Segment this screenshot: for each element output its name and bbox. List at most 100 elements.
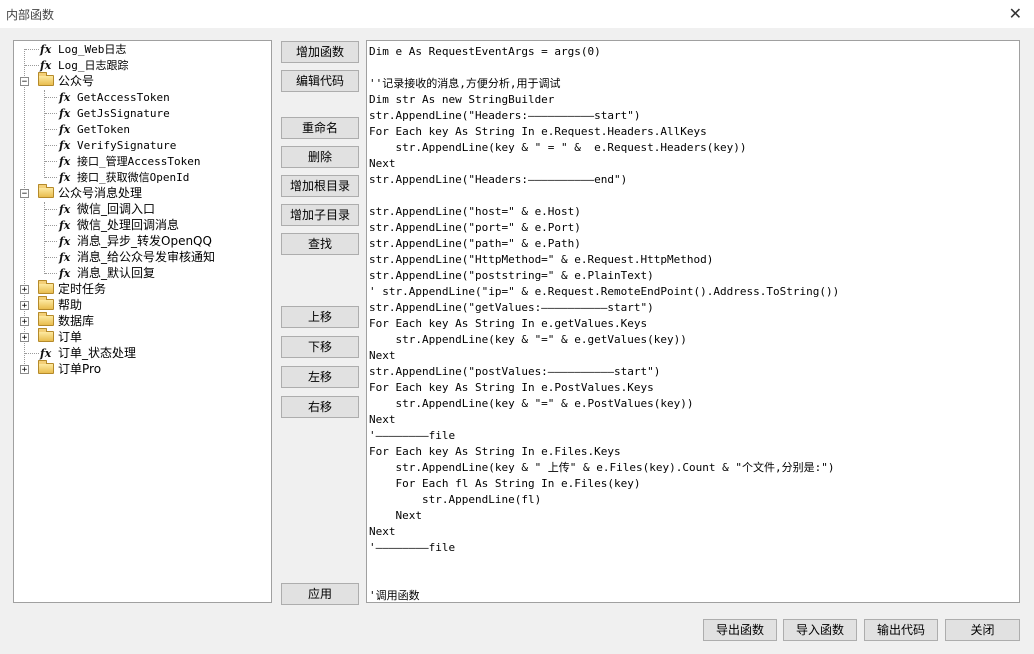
tree-expander[interactable]: +	[20, 285, 29, 295]
tree-item-label: Log_Web日志	[58, 43, 127, 56]
tree-expander[interactable]: +	[20, 301, 29, 311]
folder-icon	[38, 280, 54, 294]
function-icon: fx	[59, 139, 71, 152]
tree-item-function[interactable]: fx 接口_获取微信OpenId	[59, 169, 189, 185]
code-editor[interactable]: Dim e As RequestEventArgs = args(0) ''记录…	[366, 40, 1020, 603]
tree-line	[45, 113, 57, 114]
tree-item-function[interactable]: fx 接口_管理AccessToken	[59, 153, 200, 169]
tree-line	[25, 49, 39, 50]
tree-item-label: 接口_获取微信OpenId	[77, 171, 190, 184]
tree-item-function[interactable]: fx 订单_状态处理	[40, 345, 136, 361]
tree-item-label: 数据库	[58, 314, 95, 328]
window-title: 内部函数	[6, 8, 55, 22]
tree-item-folder[interactable]: 公众号	[38, 72, 95, 89]
tree-item-label: GetAccessToken	[77, 91, 170, 104]
code-text[interactable]: Dim e As RequestEventArgs = args(0) ''记录…	[369, 44, 839, 602]
function-icon: fx	[59, 235, 71, 248]
tree-line	[45, 161, 57, 162]
tree-item-label: 微信_处理回调消息	[77, 218, 180, 232]
tree-line	[45, 97, 57, 98]
move-right-button[interactable]: 右移	[281, 396, 359, 418]
folder-icon	[38, 184, 54, 198]
tree-item-function[interactable]: fx 消息_默认回复	[59, 265, 155, 281]
tree-item-label: 帮助	[58, 298, 83, 312]
function-icon: fx	[59, 219, 71, 232]
tree-item-label: 接口_管理AccessToken	[77, 155, 201, 168]
tree-line	[45, 273, 57, 274]
folder-icon	[38, 328, 54, 342]
tree-expander[interactable]: +	[20, 333, 29, 343]
tree-item-label: GetJsSignature	[77, 107, 170, 120]
tree-item-function[interactable]: fx GetJsSignature	[59, 105, 170, 121]
add-root-dir-button[interactable]: 增加根目录	[281, 175, 359, 197]
tree-item-function[interactable]: fx 消息_给公众号发审核通知	[59, 249, 215, 265]
move-left-button[interactable]: 左移	[281, 366, 359, 388]
tree-line	[44, 202, 45, 274]
tree-item-folder[interactable]: 帮助	[38, 296, 83, 313]
tree-item-function[interactable]: fx 消息_异步_转发OpenQQ	[59, 233, 212, 249]
rename-button[interactable]: 重命名	[281, 117, 359, 139]
output-code-button[interactable]: 输出代码	[864, 619, 938, 641]
tree-item-function[interactable]: fx 微信_回调入口	[59, 201, 155, 217]
tree-item-label: 订单	[58, 330, 83, 344]
tree-item-label: 定时任务	[58, 282, 107, 296]
tree-item-folder[interactable]: 公众号消息处理	[38, 184, 143, 201]
tree-item-folder[interactable]: 定时任务	[38, 280, 107, 297]
tree-line	[45, 129, 57, 130]
tree-expander[interactable]: −	[20, 77, 29, 87]
function-tree[interactable]: − − + + + + + fx Log_Web日志 fx Log_日志跟踪 公众号…	[13, 40, 272, 603]
apply-button[interactable]: 应用	[281, 583, 359, 605]
title-bar: 内部函数 ✕	[0, 0, 1034, 28]
tree-item-function[interactable]: fx GetAccessToken	[59, 89, 170, 105]
tree-expander[interactable]: +	[20, 365, 29, 375]
tree-item-function[interactable]: fx VerifySignature	[59, 137, 176, 153]
tree-item-function[interactable]: fx GetToken	[59, 121, 130, 137]
function-icon: fx	[59, 155, 71, 168]
function-icon: fx	[59, 203, 71, 216]
close-button[interactable]: 关闭	[945, 619, 1020, 641]
tree-item-function[interactable]: fx Log_日志跟踪	[40, 57, 129, 73]
folder-icon	[38, 312, 54, 326]
tree-item-label: Log_日志跟踪	[58, 59, 129, 72]
edit-code-button[interactable]: 编辑代码	[281, 70, 359, 92]
add-sub-dir-button[interactable]: 增加子目录	[281, 204, 359, 226]
add-function-button[interactable]: 增加函数	[281, 41, 359, 63]
import-function-button[interactable]: 导入函数	[783, 619, 857, 641]
tree-item-label: 消息_异步_转发OpenQQ	[77, 234, 212, 248]
tree-item-function[interactable]: fx Log_Web日志	[40, 41, 126, 57]
export-function-button[interactable]: 导出函数	[703, 619, 777, 641]
tree-item-folder[interactable]: 订单	[38, 328, 83, 345]
folder-icon	[38, 72, 54, 86]
tree-line	[25, 65, 39, 66]
close-icon[interactable]: ✕	[1009, 4, 1022, 23]
tree-item-label: 公众号	[58, 74, 95, 88]
tree-item-label: 公众号消息处理	[58, 186, 143, 200]
tree-line	[45, 257, 57, 258]
function-icon: fx	[59, 107, 71, 120]
find-button[interactable]: 查找	[281, 233, 359, 255]
function-icon: fx	[59, 91, 71, 104]
tree-item-function[interactable]: fx 微信_处理回调消息	[59, 217, 179, 233]
tree-line	[45, 209, 57, 210]
tree-line	[45, 177, 57, 178]
tree-item-label: 微信_回调入口	[77, 202, 156, 216]
tree-item-label: 订单Pro	[58, 362, 102, 376]
tree-item-label: 消息_给公众号发审核通知	[77, 250, 216, 264]
tree-line	[44, 90, 45, 178]
move-down-button[interactable]: 下移	[281, 336, 359, 358]
delete-button[interactable]: 删除	[281, 146, 359, 168]
function-icon: fx	[59, 171, 71, 184]
folder-icon	[38, 360, 54, 374]
function-icon: fx	[59, 267, 71, 280]
tree-item-folder[interactable]: 订单Pro	[38, 360, 102, 377]
folder-icon	[38, 296, 54, 310]
move-up-button[interactable]: 上移	[281, 306, 359, 328]
tree-expander[interactable]: −	[20, 189, 29, 199]
tree-line	[45, 241, 57, 242]
function-icon: fx	[59, 123, 71, 136]
tree-expander[interactable]: +	[20, 317, 29, 327]
tree-item-label: VerifySignature	[77, 139, 177, 152]
tree-item-label: 订单_状态处理	[58, 346, 137, 360]
tree-line	[45, 145, 57, 146]
tree-item-folder[interactable]: 数据库	[38, 312, 95, 329]
